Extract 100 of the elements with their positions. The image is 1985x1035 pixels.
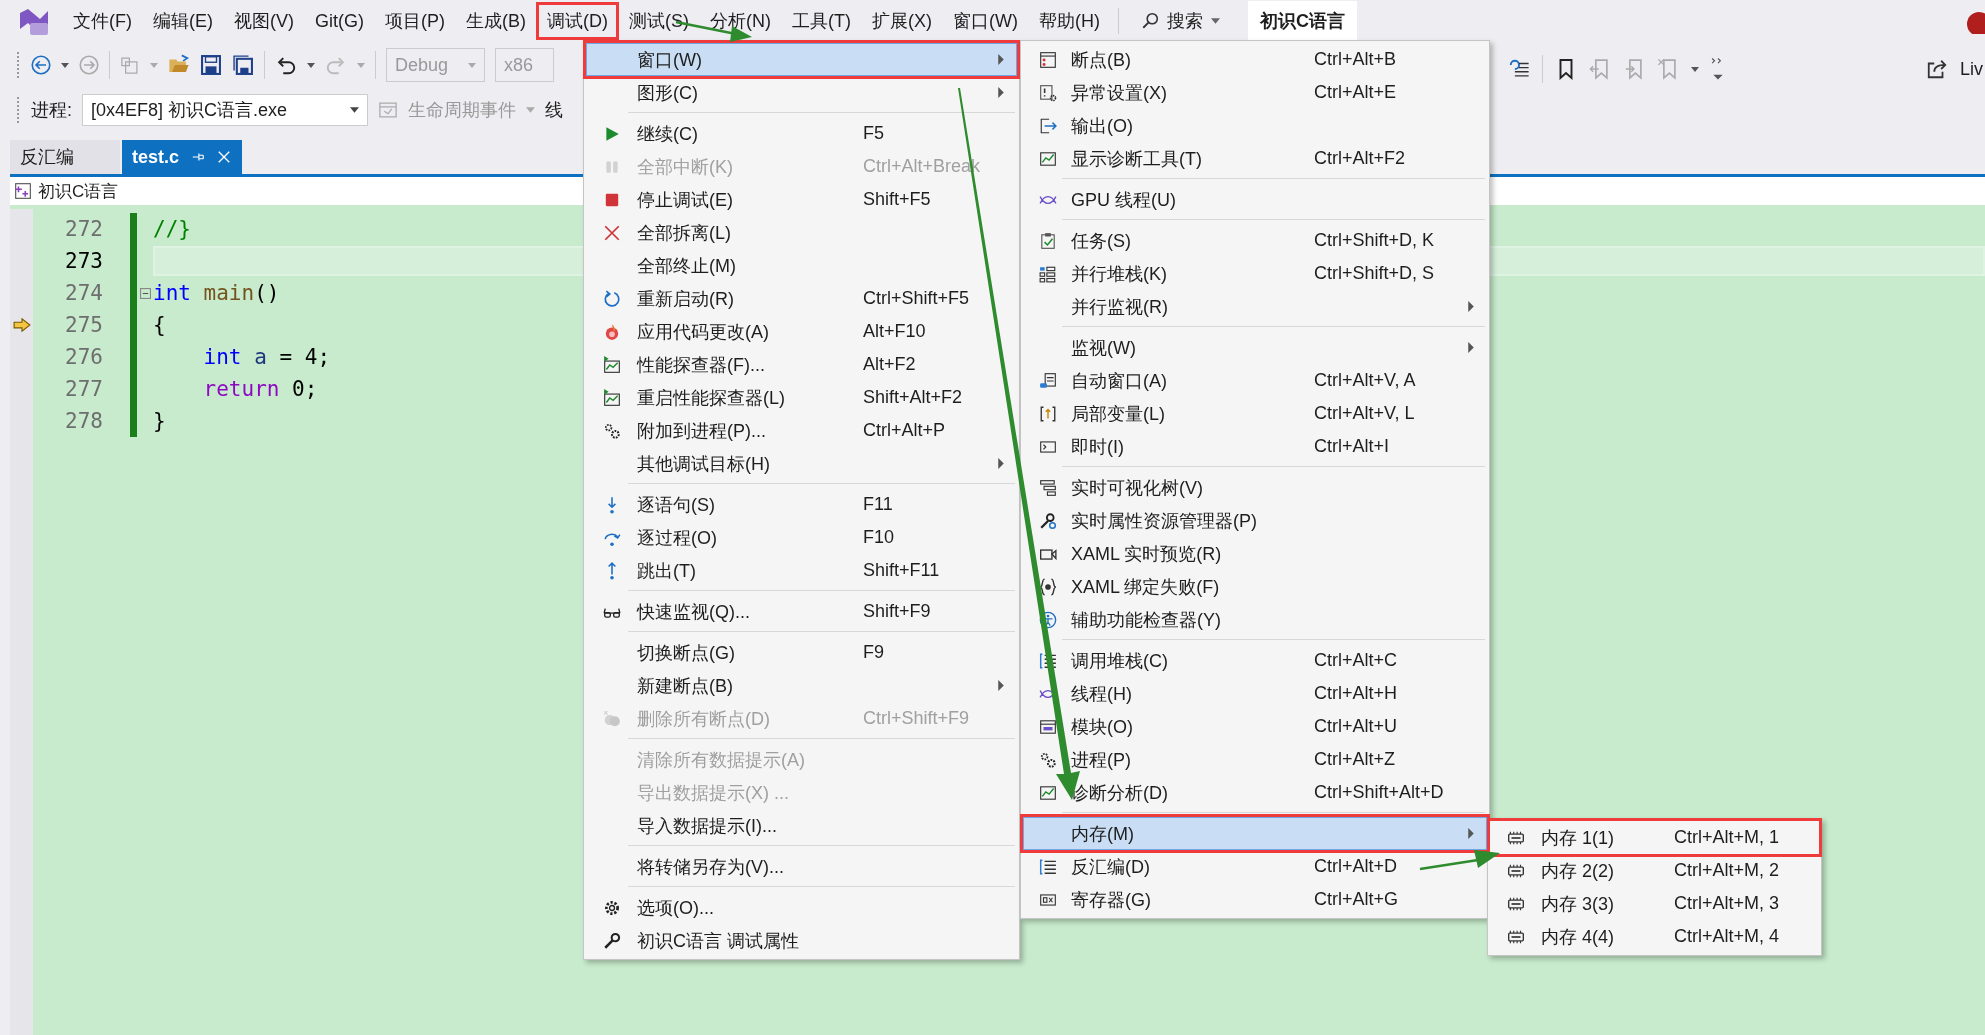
- menu-item[interactable]: GPU 线程(U): [1023, 183, 1487, 216]
- menu-bar-item[interactable]: 视图(V): [225, 4, 303, 38]
- menu-item[interactable]: 内存(M): [1023, 817, 1487, 850]
- menu-item[interactable]: 即时(I) Ctrl+Alt+I: [1023, 430, 1487, 463]
- menu-item[interactable]: 监视(W): [1023, 331, 1487, 364]
- tree-icon: [1038, 478, 1057, 497]
- caret-icon: [998, 458, 1004, 469]
- menu-item[interactable]: 逐过程(O) F10: [586, 521, 1017, 554]
- menu-item[interactable]: 将转储另存为(V)...: [586, 850, 1017, 883]
- menu-bar-item[interactable]: 窗口(W): [943, 4, 1027, 38]
- menu-bar-item[interactable]: 分析(N): [701, 4, 780, 38]
- menu-item[interactable]: 其他调试目标(H): [586, 447, 1017, 480]
- menu-bar-item[interactable]: 文件(F): [64, 4, 141, 38]
- solution-title: 初识C语言: [1247, 1, 1357, 41]
- collapse-icon[interactable]: [139, 287, 151, 299]
- wrench-icon: [1038, 511, 1057, 530]
- menu-item[interactable]: 并行监视(R): [1023, 290, 1487, 323]
- menu-item[interactable]: 实时可视化树(V): [1023, 471, 1487, 504]
- caret-icon[interactable]: [61, 62, 69, 68]
- menu-item[interactable]: 初识C语言 调试属性: [586, 924, 1017, 957]
- project-breadcrumb[interactable]: 初识C语言: [38, 179, 119, 203]
- editor-tab[interactable]: 反汇编: [10, 140, 120, 174]
- uncomment-icon[interactable]: [1508, 58, 1530, 80]
- menu-bar-item[interactable]: 扩展(X): [862, 4, 941, 38]
- menu-item[interactable]: XAML 绑定失败(F): [1023, 570, 1487, 603]
- menu-item[interactable]: 并行堆栈(K) Ctrl+Shift+D, S: [1023, 257, 1487, 290]
- menu-item[interactable]: 切换断点(G) F9: [586, 636, 1017, 669]
- code-line: int main(): [153, 280, 280, 307]
- overflow-icon[interactable]: [1711, 57, 1725, 81]
- menu-item[interactable]: 快速监视(Q)... Shift+F9: [586, 595, 1017, 628]
- gears-icon: [1038, 750, 1057, 769]
- menu-item[interactable]: 逐语句(S) F11: [586, 488, 1017, 521]
- menu-item[interactable]: 异常设置(X) Ctrl+Alt+E: [1023, 76, 1487, 109]
- caret-icon[interactable]: [307, 62, 315, 68]
- menu-item[interactable]: 内存 4(4) Ctrl+Alt+M, 4: [1490, 920, 1819, 953]
- menu-item[interactable]: 局部变量(L) Ctrl+Alt+V, L: [1023, 397, 1487, 430]
- save-icon[interactable]: [200, 54, 222, 76]
- chart-icon: [1038, 783, 1057, 802]
- process-dropdown[interactable]: [0x4EF8] 初识C语言.exe: [82, 94, 368, 126]
- menu-bar-item[interactable]: Git(G): [306, 5, 373, 37]
- save-all-icon[interactable]: [232, 54, 254, 76]
- menu-item[interactable]: 内存 1(1) Ctrl+Alt+M, 1: [1490, 821, 1819, 854]
- menu-item[interactable]: 导入数据提示(I)...: [586, 809, 1017, 842]
- menu-bar-item[interactable]: 项目(P): [376, 4, 454, 38]
- line-number: 277: [65, 377, 103, 401]
- menu-item[interactable]: XAML 实时预览(R): [1023, 537, 1487, 570]
- menu-item[interactable]: 反汇编(D) Ctrl+Alt+D: [1023, 850, 1487, 883]
- play-icon: [603, 124, 621, 143]
- editor-tab[interactable]: test.c: [122, 140, 242, 174]
- menu-item[interactable]: 显示诊断工具(T) Ctrl+Alt+F2: [1023, 142, 1487, 175]
- live-share-label[interactable]: Liv: [1960, 58, 1983, 80]
- chart-icon: [1038, 149, 1057, 168]
- code-line: int a = 4;: [202, 344, 331, 371]
- menu-item[interactable]: 选项(O)...: [586, 891, 1017, 924]
- circular-arrow-icon: [603, 289, 621, 308]
- caret-icon: [1468, 342, 1474, 353]
- menu-item[interactable]: 应用代码更改(A) Alt+F10: [586, 315, 1017, 348]
- menu-item[interactable]: 停止调试(E) Shift+F5: [586, 183, 1017, 216]
- menu-item[interactable]: 窗口(W): [586, 43, 1017, 76]
- menu-item[interactable]: 性能探查器(F)... Alt+F2: [586, 348, 1017, 381]
- menu-bar-item[interactable]: 生成(B): [457, 4, 535, 38]
- menu-item[interactable]: 新建断点(B): [586, 669, 1017, 702]
- menu-item[interactable]: 全部终止(M): [586, 249, 1017, 282]
- menu-item[interactable]: 图形(C): [586, 76, 1017, 109]
- search-button[interactable]: 搜索: [1132, 5, 1228, 37]
- menu-item[interactable]: 寄存器(G) Ctrl+Alt+G: [1023, 883, 1487, 916]
- menu-bar-item[interactable]: 编辑(E): [144, 4, 222, 38]
- menu-item[interactable]: 重新启动(R) Ctrl+Shift+F5: [586, 282, 1017, 315]
- menu-item[interactable]: 附加到进程(P)... Ctrl+Alt+P: [586, 414, 1017, 447]
- menu-bar-item[interactable]: 工具(T): [783, 4, 860, 38]
- braces-icon: [1038, 577, 1057, 596]
- chart-icon: [603, 355, 621, 374]
- settings-icon: [603, 898, 621, 917]
- menu-item[interactable]: 全部拆离(L): [586, 216, 1017, 249]
- menu-item[interactable]: 重启性能探查器(L) Shift+Alt+F2: [586, 381, 1017, 414]
- menu-item[interactable]: 内存 2(2) Ctrl+Alt+M, 2: [1490, 854, 1819, 887]
- wrench-icon: [603, 931, 621, 950]
- close-icon[interactable]: [217, 150, 232, 164]
- menu-item[interactable]: 内存 3(3) Ctrl+Alt+M, 3: [1490, 887, 1819, 920]
- menu-item[interactable]: 进程(P) Ctrl+Alt+Z: [1023, 743, 1487, 776]
- menu-item[interactable]: 断点(B) Ctrl+Alt+B: [1023, 43, 1487, 76]
- menu-item[interactable]: 跳出(T) Shift+F11: [586, 554, 1017, 587]
- menu-bar-item[interactable]: 调试(D): [538, 4, 617, 38]
- share-icon[interactable]: [1926, 58, 1948, 80]
- menu-item[interactable]: 继续(C) F5: [586, 117, 1017, 150]
- line-number: 278: [65, 409, 103, 433]
- caret-icon: [468, 62, 477, 68]
- gears-icon: [603, 421, 621, 440]
- menu-bar-item[interactable]: 帮助(H): [1029, 4, 1109, 38]
- menu-item[interactable]: 任务(S) Ctrl+Shift+D, K: [1023, 224, 1487, 257]
- back-icon[interactable]: [31, 55, 51, 75]
- line-number: 276: [65, 345, 103, 369]
- arrow-out-icon: [1038, 116, 1057, 135]
- menu-item[interactable]: 模块(O) Ctrl+Alt+U: [1023, 710, 1487, 743]
- brackets-icon: [1038, 404, 1057, 423]
- menu-item[interactable]: 输出(O): [1023, 109, 1487, 142]
- menu-item[interactable]: 自动窗口(A) Ctrl+Alt+V, A: [1023, 364, 1487, 397]
- caret-icon[interactable]: [1691, 66, 1699, 72]
- menu-item[interactable]: 实时属性资源管理器(P): [1023, 504, 1487, 537]
- caret-icon: [1468, 301, 1474, 312]
